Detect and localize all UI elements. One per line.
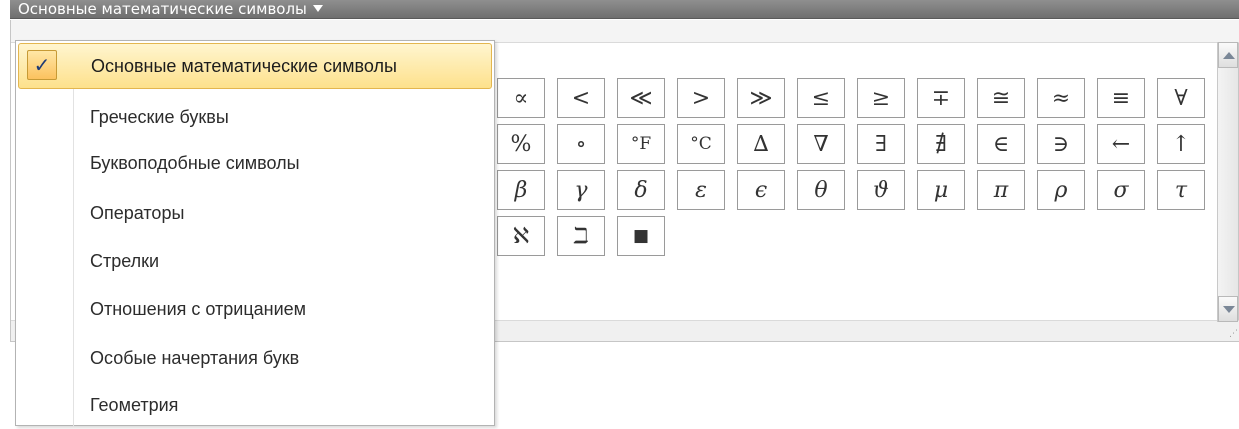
- menu-item-negated-relations[interactable]: Отношения с отрицанием: [18, 287, 492, 333]
- menu-item-label: Греческие буквы: [90, 107, 229, 127]
- symbol-nabla[interactable]: ∇: [797, 124, 845, 164]
- scroll-down-arrow-icon: [1223, 306, 1235, 313]
- menu-item-basic-math[interactable]: ✓ Основные математические символы: [18, 43, 492, 89]
- menu-item-label: Основные математические символы: [91, 56, 397, 76]
- menu-item-label: Буквоподобные символы: [90, 153, 300, 173]
- gallery-scrollbar[interactable]: [1217, 42, 1238, 322]
- menu-item-label: Стрелки: [90, 251, 160, 271]
- symbol-minus-plus[interactable]: ∓: [917, 78, 965, 118]
- symbol-ring-operator[interactable]: ∘: [557, 124, 605, 164]
- symbol-much-greater-than[interactable]: ≫: [737, 78, 785, 118]
- menu-item-operators[interactable]: Операторы: [18, 191, 492, 237]
- symbol-greater-or-equal[interactable]: ≥: [857, 78, 905, 118]
- resize-grip-icon[interactable]: ⋰: [1229, 329, 1238, 339]
- symbol-sigma[interactable]: σ: [1097, 170, 1145, 210]
- symbols-gallery-header[interactable]: Основные математические символы: [10, 0, 1239, 19]
- symbol-delta[interactable]: δ: [617, 170, 665, 210]
- scroll-down-button[interactable]: [1218, 296, 1238, 322]
- symbol-congruent[interactable]: ≅: [977, 78, 1025, 118]
- symbol-rho[interactable]: ρ: [1037, 170, 1085, 210]
- symbol-lunate-epsilon[interactable]: ϵ: [737, 170, 785, 210]
- menu-item-label: Отношения с отрицанием: [90, 299, 307, 319]
- symbol-for-all[interactable]: ∀: [1157, 78, 1205, 118]
- symbol-much-less-than[interactable]: ≪: [617, 78, 665, 118]
- symbol-beta[interactable]: β: [497, 170, 545, 210]
- symbol-celsius[interactable]: °C: [677, 124, 725, 164]
- symbol-epsilon[interactable]: ε: [677, 170, 725, 210]
- symbol-mu[interactable]: μ: [917, 170, 965, 210]
- symbol-greater-than[interactable]: >: [677, 78, 725, 118]
- symbol-not-exists[interactable]: ∄: [917, 124, 965, 164]
- symbol-gamma[interactable]: γ: [557, 170, 605, 210]
- symbol-less-or-equal[interactable]: ≤: [797, 78, 845, 118]
- symbol-pi[interactable]: π: [977, 170, 1025, 210]
- symbol-contains-as-member[interactable]: ∋: [1037, 124, 1085, 164]
- symbol-exists[interactable]: ∃: [857, 124, 905, 164]
- menu-item-label: Особые начертания букв: [90, 348, 300, 368]
- dropdown-arrow-icon: [312, 5, 323, 12]
- symbol-tau[interactable]: τ: [1157, 170, 1205, 210]
- category-dropdown-menu: ✓ Основные математические символы Гречес…: [15, 40, 495, 429]
- symbol-theta[interactable]: θ: [797, 170, 845, 210]
- symbol-left-arrow[interactable]: ←: [1097, 124, 1145, 164]
- menu-item-arrows[interactable]: Стрелки: [18, 239, 492, 285]
- symbol-approximately[interactable]: ≈: [1037, 78, 1085, 118]
- symbol-alef[interactable]: ℵ: [497, 216, 545, 256]
- gallery-category-title: Основные математические символы: [18, 0, 307, 18]
- symbol-element-of[interactable]: ∈: [977, 124, 1025, 164]
- menu-item-letterlike-symbols[interactable]: Буквоподобные символы: [18, 141, 492, 187]
- menu-item-label: Геометрия: [90, 395, 179, 415]
- symbol-bet[interactable]: ℶ: [557, 216, 605, 256]
- menu-item-scripts[interactable]: Особые начертания букв: [18, 336, 492, 382]
- symbol-increment[interactable]: ∆: [737, 124, 785, 164]
- symbol-grid: ∝ < ≪ > ≫ ≤ ≥ ∓ ≅ ≈ ≡ ∀ % ∘ °F °C ∆ ∇ ∃ …: [497, 78, 1217, 338]
- menu-item-label: Операторы: [90, 203, 185, 223]
- symbol-fahrenheit[interactable]: °F: [617, 124, 665, 164]
- scroll-up-arrow-icon: [1223, 52, 1235, 59]
- scroll-up-button[interactable]: [1218, 42, 1238, 68]
- menu-item-greek-letters[interactable]: Греческие буквы: [18, 95, 492, 141]
- symbol-proportional[interactable]: ∝: [497, 78, 545, 118]
- symbol-black-square[interactable]: ■: [617, 216, 665, 256]
- symbol-less-than[interactable]: <: [557, 78, 605, 118]
- symbol-up-arrow[interactable]: ↑: [1157, 124, 1205, 164]
- symbol-identical[interactable]: ≡: [1097, 78, 1145, 118]
- checkmark-icon: ✓: [27, 50, 57, 80]
- symbol-theta-variant[interactable]: ϑ: [857, 170, 905, 210]
- menu-item-geometry[interactable]: Геометрия: [18, 383, 492, 429]
- symbol-percent[interactable]: %: [497, 124, 545, 164]
